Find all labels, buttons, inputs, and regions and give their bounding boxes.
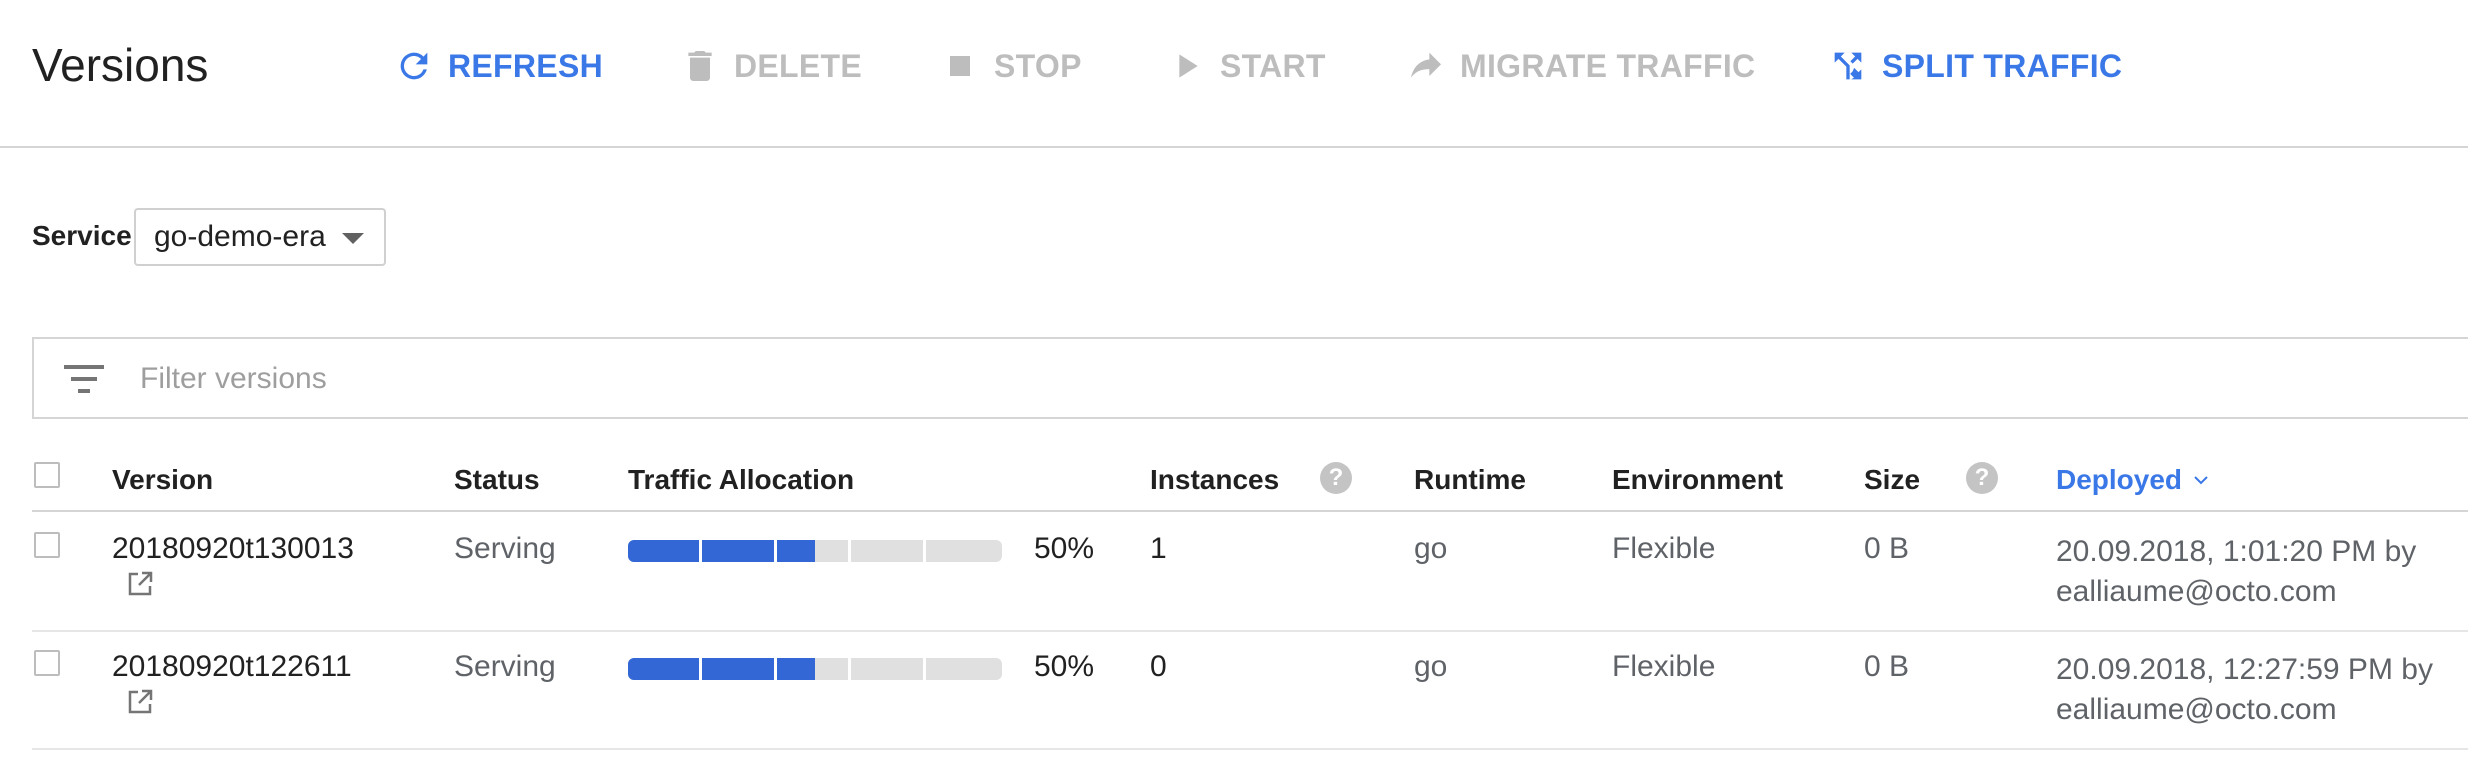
trash-icon (688, 51, 712, 81)
bar-segment-divider (699, 658, 702, 680)
header-traffic-allocation[interactable]: Traffic Allocation (628, 464, 854, 496)
dropdown-caret-icon (342, 233, 364, 244)
refresh-button[interactable]: REFRESH (394, 44, 603, 88)
deployed-by: ealliaume@octo.com (2056, 693, 2337, 726)
environment-value: Flexible (1612, 532, 1716, 565)
select-all-checkbox[interactable] (34, 462, 60, 488)
instances-count[interactable]: 1 (1150, 532, 1167, 566)
row-checkbox[interactable] (34, 532, 60, 558)
traffic-allocation-bar (628, 540, 1002, 562)
version-id[interactable]: 20180920t130013 (112, 532, 354, 566)
filter-icon[interactable] (64, 363, 104, 395)
filter-bar (32, 337, 2468, 419)
bar-segment-divider (774, 540, 777, 562)
status-text: Serving (454, 650, 556, 683)
header-deployed-label: Deployed (2056, 464, 2183, 495)
table-row: 20180920t122611 Serving 50% 0 go Flexibl… (32, 630, 2468, 750)
bar-segment-divider (848, 540, 851, 562)
stop-icon (950, 56, 970, 76)
refresh-icon (400, 52, 428, 80)
header-instances[interactable]: Instances (1150, 464, 1279, 496)
stop-button[interactable]: STOP (940, 44, 1082, 88)
header-deployed[interactable]: Deployed (2056, 464, 2208, 496)
bar-segment-divider (848, 658, 851, 680)
split-icon (1834, 52, 1862, 80)
toolbar: Versions REFRESH DELETE STOP START MIGRA… (0, 0, 2468, 148)
bar-segment-divider (923, 658, 926, 680)
environment-value: Flexible (1612, 650, 1716, 683)
sort-descending-icon (2194, 475, 2208, 484)
deployed-info: 20.09.2018, 1:01:20 PM by ealliaume@octo… (2056, 532, 2416, 612)
stop-label: STOP (994, 47, 1082, 84)
traffic-percent: 50% (1034, 532, 1095, 565)
play-icon (1179, 54, 1198, 78)
delete-label: DELETE (734, 47, 863, 84)
bar-segment-divider (699, 540, 702, 562)
delete-button[interactable]: DELETE (680, 44, 862, 88)
split-traffic-label: SPLIT TRAFFIC (1882, 47, 2123, 84)
header-environment[interactable]: Environment (1612, 464, 1783, 496)
start-button[interactable]: START (1166, 44, 1326, 88)
page-title: Versions (32, 39, 209, 91)
service-label: Service (32, 220, 132, 251)
status-text: Serving (454, 532, 556, 565)
header-status[interactable]: Status (454, 464, 540, 496)
refresh-label: REFRESH (448, 47, 604, 84)
table-row: 20180920t130013 Serving 50% 1 go Flexibl… (32, 512, 2468, 632)
external-link-icon[interactable] (126, 570, 154, 598)
runtime-value: go (1414, 532, 1448, 565)
instances-help-icon[interactable]: ? (1320, 462, 1352, 494)
header-size[interactable]: Size (1864, 464, 1920, 496)
header-version[interactable]: Version (112, 464, 213, 496)
start-label: START (1220, 47, 1326, 84)
filter-versions-input[interactable] (138, 357, 1042, 401)
traffic-allocation-fill (628, 540, 815, 562)
deployed-info: 20.09.2018, 12:27:59 PM by ealliaume@oct… (2056, 650, 2433, 730)
size-value: 0 B (1864, 532, 1910, 565)
size-help-icon[interactable]: ? (1966, 462, 1998, 494)
version-id[interactable]: 20180920t122611 (112, 650, 352, 684)
external-link-icon[interactable] (126, 688, 154, 716)
traffic-percent: 50% (1034, 650, 1095, 683)
bar-segment-divider (774, 658, 777, 680)
traffic-allocation-fill (628, 658, 815, 680)
row-checkbox[interactable] (34, 650, 60, 676)
table-header: Version Status Traffic Allocation Instan… (32, 450, 2468, 512)
forward-arrow-icon (1411, 52, 1441, 78)
deployed-date: 20.09.2018, 12:27:59 PM by (2056, 653, 2433, 686)
deployed-date: 20.09.2018, 1:01:20 PM by (2056, 535, 2417, 568)
deployed-by: ealliaume@octo.com (2056, 575, 2337, 608)
migrate-traffic-button[interactable]: MIGRATE TRAFFIC (1406, 44, 1755, 88)
split-traffic-button[interactable]: SPLIT TRAFFIC (1828, 44, 2122, 88)
migrate-traffic-label: MIGRATE TRAFFIC (1460, 47, 1756, 84)
traffic-allocation-bar (628, 658, 1002, 680)
service-dropdown[interactable]: go-demo-era (134, 208, 386, 266)
instances-count[interactable]: 0 (1150, 650, 1167, 684)
size-value: 0 B (1864, 650, 1910, 683)
header-runtime[interactable]: Runtime (1414, 464, 1526, 496)
bar-segment-divider (923, 540, 926, 562)
service-selected-value: go-demo-era (154, 220, 326, 253)
runtime-value: go (1414, 650, 1448, 683)
